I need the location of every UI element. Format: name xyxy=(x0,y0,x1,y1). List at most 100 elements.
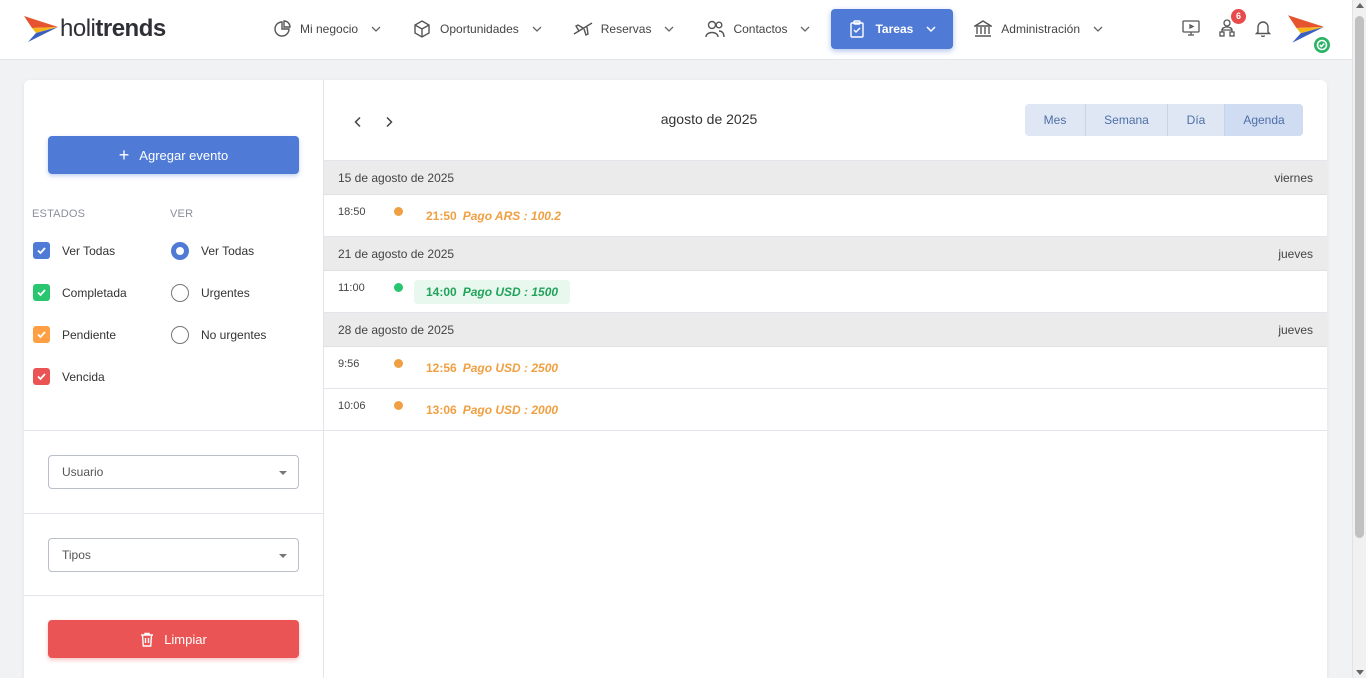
add-event-button[interactable]: + Agregar evento xyxy=(48,136,299,174)
usuario-select-value: Usuario xyxy=(62,465,104,479)
event-label[interactable]: 13:06 Pago USD : 2000 xyxy=(414,398,570,422)
nav-reservas[interactable]: Reservas xyxy=(563,9,686,49)
event-time: 18:50 xyxy=(338,206,366,218)
network-users-icon[interactable]: 6 xyxy=(1214,9,1246,42)
event-label[interactable]: 14:00 Pago USD : 1500 xyxy=(414,280,571,304)
nav-label: Reservas xyxy=(600,22,652,36)
checkbox-estado-completada[interactable]: Completada xyxy=(33,284,127,301)
event-label[interactable]: 12:56 Pago USD : 2500 xyxy=(414,356,570,380)
divider xyxy=(24,430,323,431)
agenda-event-row[interactable]: 18:50 21:50 Pago ARS : 100.2 xyxy=(324,195,1327,237)
event-label[interactable]: 21:50 Pago ARS : 100.2 xyxy=(414,204,573,228)
status-dot-icon xyxy=(394,401,403,410)
checkbox-estado-ver-todas[interactable]: Ver Todas xyxy=(33,242,115,259)
day-date: 15 de agosto de 2025 xyxy=(338,170,455,185)
status-dot-icon xyxy=(394,359,403,368)
nav-oportunidades[interactable]: Oportunidades xyxy=(402,9,553,49)
status-dot-icon xyxy=(394,207,403,216)
day-date: 21 de agosto de 2025 xyxy=(338,246,455,261)
nav-label: Mi negocio xyxy=(300,22,359,36)
radio-ver-todas[interactable]: Ver Todas xyxy=(171,242,254,260)
scroll-down-arrow-icon[interactable] xyxy=(1356,670,1364,675)
checkbox-checked-icon xyxy=(33,368,50,385)
event-end-time: 14:00 xyxy=(426,285,457,299)
bank-icon xyxy=(973,19,993,39)
clear-filters-label: Limpiar xyxy=(164,631,207,647)
online-check-icon xyxy=(1312,35,1332,55)
bell-icon[interactable] xyxy=(1250,14,1276,42)
agenda-day-header: 15 de agosto de 2025 viernes xyxy=(324,161,1327,195)
nav-mi-negocio[interactable]: Mi negocio xyxy=(262,9,392,49)
agenda-event-row[interactable]: 10:06 13:06 Pago USD : 2000 xyxy=(324,389,1327,431)
main-menu: Mi negocio Oportunidades Reservas Contac… xyxy=(262,9,1124,49)
checkbox-label: Completada xyxy=(62,285,127,300)
divider xyxy=(24,595,323,596)
nav-administracion[interactable]: Administración xyxy=(963,9,1114,49)
filter-sidebar: + Agregar evento ESTADOS VER Ver Todas C… xyxy=(24,80,324,678)
calendar-card: + Agregar evento ESTADOS VER Ver Todas C… xyxy=(24,80,1327,678)
event-end-time: 21:50 xyxy=(426,209,457,223)
radio-no-urgentes[interactable]: No urgentes xyxy=(171,326,266,344)
event-end-time: 13:06 xyxy=(426,403,457,417)
view-day-button[interactable]: Día xyxy=(1168,104,1225,136)
chevron-down-icon xyxy=(371,26,381,32)
plus-icon: + xyxy=(118,145,130,165)
chevron-right-icon[interactable] xyxy=(377,110,401,134)
plane-icon xyxy=(573,19,593,39)
day-weekday: jueves xyxy=(1278,246,1313,261)
page-scrollbar[interactable] xyxy=(1352,0,1366,678)
clear-filters-button[interactable]: Limpiar xyxy=(48,620,299,658)
event-title: Pago USD : 2000 xyxy=(462,403,559,417)
view-month-button[interactable]: Mes xyxy=(1025,104,1086,136)
chevron-down-icon xyxy=(1093,26,1103,32)
event-title: Pago ARS : 100.2 xyxy=(462,209,561,223)
view-week-button[interactable]: Semana xyxy=(1086,104,1168,136)
chevron-down-icon xyxy=(926,26,936,33)
day-date: 28 de agosto de 2025 xyxy=(338,322,455,337)
view-switcher: Mes Semana Día Agenda xyxy=(1025,104,1303,136)
radio-unselected-icon xyxy=(171,284,189,302)
checkbox-estado-pendiente[interactable]: Pendiente xyxy=(33,326,116,343)
event-time: 10:06 xyxy=(338,400,366,412)
scroll-thumb[interactable] xyxy=(1355,16,1364,538)
usuario-select[interactable]: Usuario xyxy=(48,455,299,489)
notification-badge: 6 xyxy=(1231,9,1246,24)
trash-icon xyxy=(140,632,154,647)
event-time: 9:56 xyxy=(338,358,360,370)
chevron-down-icon xyxy=(801,26,810,32)
radio-label: No urgentes xyxy=(201,328,267,342)
holitrends-logo[interactable]: holitrends xyxy=(24,14,166,44)
caret-down-icon xyxy=(279,471,287,475)
box-icon xyxy=(412,19,432,39)
tipos-select[interactable]: Tipos xyxy=(48,538,299,572)
radio-urgentes[interactable]: Urgentes xyxy=(171,284,250,302)
calendar-panel: agosto de 2025 Mes Semana Día Agenda 15 … xyxy=(324,80,1327,678)
logo-plane-icon xyxy=(24,16,58,42)
view-agenda-button[interactable]: Agenda xyxy=(1225,104,1303,136)
user-avatar[interactable] xyxy=(1288,13,1332,55)
nav-label: Administración xyxy=(1001,22,1080,36)
scroll-up-arrow-icon[interactable] xyxy=(1356,3,1364,8)
nav-contactos[interactable]: Contactos xyxy=(695,9,821,49)
chevron-down-icon xyxy=(532,26,542,32)
radio-unselected-icon xyxy=(171,326,189,344)
checkbox-checked-icon xyxy=(33,242,50,259)
chevron-left-icon[interactable] xyxy=(346,110,370,134)
screen-share-icon[interactable] xyxy=(1178,14,1204,42)
divider xyxy=(24,513,323,514)
agenda-event-row[interactable]: 11:00 14:00 Pago USD : 1500 xyxy=(324,271,1327,313)
event-title: Pago USD : 1500 xyxy=(462,285,559,299)
nav-label: Contactos xyxy=(733,22,788,36)
agenda-event-row[interactable]: 9:56 12:56 Pago USD : 2500 xyxy=(324,347,1327,389)
agenda-list: 15 de agosto de 2025 viernes 18:50 21:50… xyxy=(324,160,1327,431)
nav-tareas[interactable]: Tareas xyxy=(831,9,954,49)
radio-label: Ver Todas xyxy=(201,244,255,258)
header-actions: 6 xyxy=(1178,9,1286,42)
checkbox-label: Pendiente xyxy=(62,327,117,342)
calendar-title: agosto de 2025 xyxy=(660,111,758,127)
clipboard-check-icon xyxy=(847,19,867,39)
agenda-day-header: 28 de agosto de 2025 jueves xyxy=(324,313,1327,347)
calendar-nav xyxy=(346,110,408,134)
top-navbar: holitrends Mi negocio Oportunidades Rese… xyxy=(0,0,1352,60)
checkbox-estado-vencida[interactable]: Vencida xyxy=(33,368,105,385)
